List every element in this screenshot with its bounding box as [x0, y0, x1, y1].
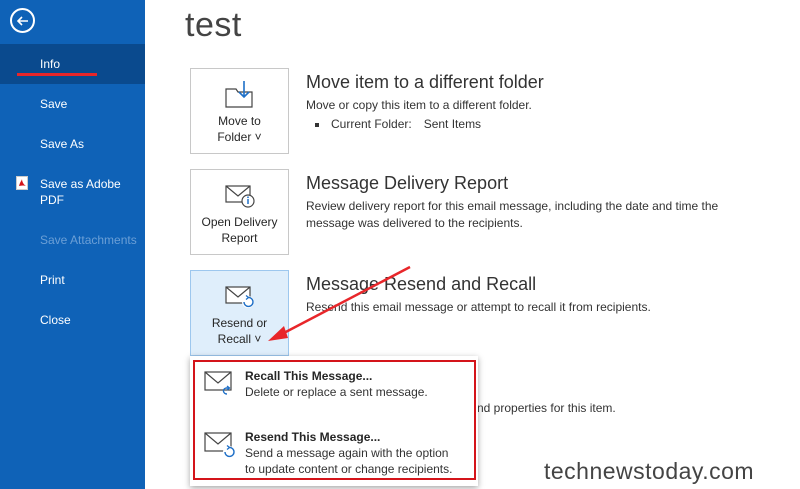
annotation-arrow-icon [268, 265, 411, 341]
watermark: technewstoday.com [544, 458, 755, 484]
